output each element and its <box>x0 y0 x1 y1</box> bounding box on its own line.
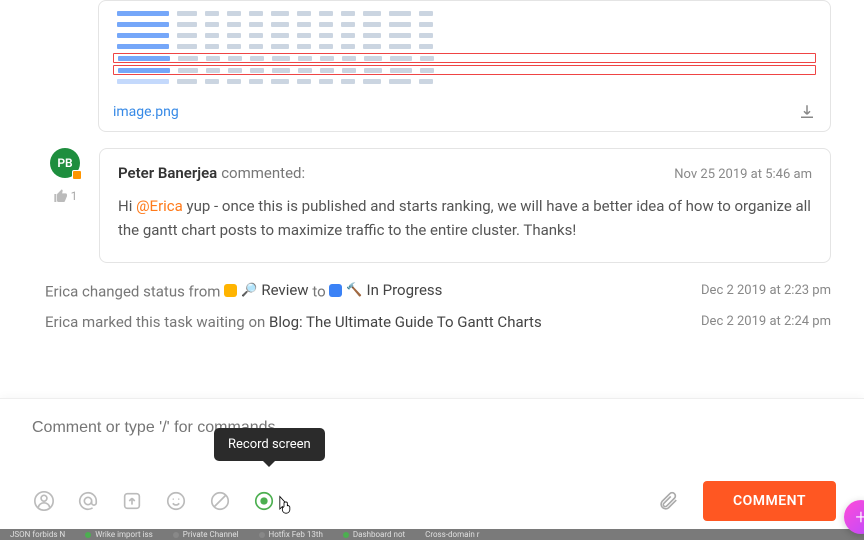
activity-waiting-on: Erica marked this task waiting on Blog: … <box>45 313 831 331</box>
compose-area: COMMENT Record screen <box>0 398 864 529</box>
comment-card: Peter Banerjea commented: Nov 25 2019 at… <box>99 148 831 263</box>
hammer-icon: 🔨 <box>346 283 362 298</box>
user-mention[interactable]: @Erica <box>136 197 183 215</box>
plus-icon: + <box>855 505 864 529</box>
status-from: Review <box>261 281 308 299</box>
comment-text-prefix: Hi <box>118 197 136 215</box>
like-button[interactable]: 1 <box>53 188 78 204</box>
commenter-name: Peter Banerjea <box>118 164 217 182</box>
avatar[interactable]: PB <box>50 148 80 178</box>
mention-icon[interactable] <box>76 489 100 513</box>
comment-text-rest: yup - once this is published and starts … <box>118 197 811 239</box>
attachment-filename[interactable]: image.png <box>113 104 179 120</box>
block-icon[interactable] <box>208 489 232 513</box>
taskbar-item[interactable]: Private Channel <box>173 530 239 539</box>
comment-body: Hi @Erica yup - once this is published a… <box>118 194 812 242</box>
magnifier-icon: 🔎 <box>241 283 257 298</box>
assign-icon[interactable] <box>32 489 56 513</box>
like-count: 1 <box>71 189 78 203</box>
avatar-initials: PB <box>57 156 72 170</box>
attachment-card: image.png <box>98 0 831 132</box>
activity-timestamp: Dec 2 2019 at 2:24 pm <box>701 314 831 329</box>
activity-status-change: Erica changed status from 🔎 Review to 🔨 … <box>45 281 831 301</box>
taskbar: JSON forbids N Wrike import iss Private … <box>0 529 864 540</box>
thumbs-up-icon <box>53 188 69 204</box>
upload-icon[interactable] <box>120 489 144 513</box>
emoji-icon[interactable] <box>164 489 188 513</box>
comment-input[interactable] <box>32 419 836 437</box>
taskbar-item[interactable]: Cross-domain r <box>425 530 479 539</box>
activity-to-label: to <box>312 283 329 301</box>
activity-prefix: Erica marked this task waiting on <box>45 313 269 331</box>
activity-timestamp: Dec 2 2019 at 2:23 pm <box>701 283 831 298</box>
status-to: In Progress <box>367 281 443 299</box>
status-color-blue <box>329 284 342 297</box>
taskbar-item[interactable]: Hotfix Feb 13th <box>259 530 323 539</box>
submit-comment-button[interactable]: COMMENT <box>703 481 836 521</box>
status-color-yellow <box>224 284 237 297</box>
comment-timestamp: Nov 25 2019 at 5:46 am <box>674 167 812 182</box>
taskbar-item[interactable]: JSON forbids N <box>10 530 65 539</box>
attachment-thumbnail[interactable] <box>113 7 816 95</box>
linked-task-name[interactable]: Blog: The Ultimate Guide To Gantt Charts <box>269 313 542 331</box>
taskbar-item[interactable]: Dashboard not <box>343 530 405 539</box>
record-screen-icon[interactable] <box>252 489 276 513</box>
activity-prefix: Erica changed status from <box>45 283 224 301</box>
tooltip-record-screen: Record screen <box>214 428 325 461</box>
attachment-icon[interactable] <box>657 490 679 512</box>
taskbar-item[interactable]: Wrike import iss <box>85 530 153 539</box>
download-icon[interactable] <box>798 103 816 121</box>
commented-label: commented: <box>221 164 305 182</box>
avatar-status-badge <box>72 170 82 180</box>
comment-block: PB 1 Peter Banerjea commented: Nov 25 20… <box>45 148 831 263</box>
